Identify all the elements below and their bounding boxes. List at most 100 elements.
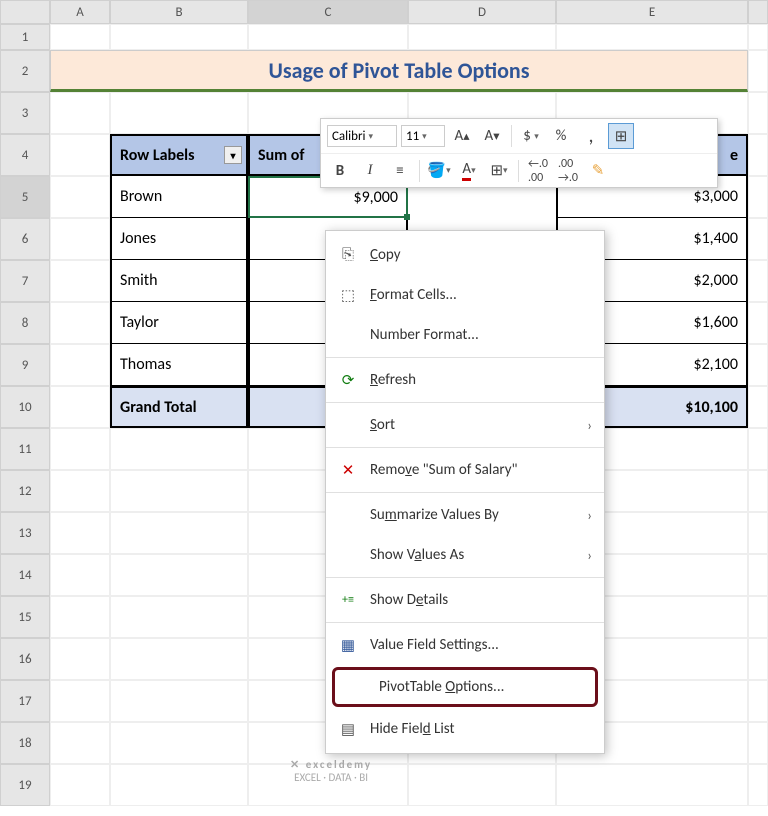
menu-hide-field-list[interactable]: ▤ Hide Field List: [326, 709, 604, 749]
decrease-font-icon[interactable]: A▾: [479, 123, 505, 149]
cell[interactable]: [50, 134, 110, 176]
cell[interactable]: [748, 344, 768, 386]
cell[interactable]: [748, 680, 768, 722]
cell[interactable]: [50, 764, 110, 806]
cell[interactable]: [50, 512, 110, 554]
row-header-12[interactable]: 12: [0, 470, 50, 512]
row-header-6[interactable]: 6: [0, 218, 50, 260]
pivot-cell[interactable]: Jones: [110, 218, 248, 260]
decrease-decimal-icon[interactable]: .00→.0: [555, 158, 581, 184]
menu-format-cells[interactable]: ⬚ Format Cells...: [326, 275, 604, 315]
pivot-total-label[interactable]: Grand Total: [110, 386, 248, 428]
size-selector[interactable]: 11 ▾: [401, 125, 445, 147]
menu-value-field-settings[interactable]: ▦ Value Field Settings...: [326, 625, 604, 665]
select-all-corner[interactable]: [0, 0, 50, 24]
cell[interactable]: [50, 470, 110, 512]
cell[interactable]: [748, 24, 768, 50]
pivot-cell[interactable]: Taylor: [110, 302, 248, 344]
cell[interactable]: [110, 428, 248, 470]
row-header-9[interactable]: 9: [0, 344, 50, 386]
font-selector[interactable]: Calibri ▾: [327, 125, 397, 147]
cell[interactable]: [110, 512, 248, 554]
cell[interactable]: [50, 638, 110, 680]
cell[interactable]: [50, 260, 110, 302]
italic-icon[interactable]: I: [357, 158, 383, 184]
col-header-e[interactable]: E: [556, 0, 748, 24]
row-header-1[interactable]: 1: [0, 24, 50, 50]
font-color-icon[interactable]: A▾: [456, 158, 482, 184]
cell[interactable]: [748, 386, 768, 428]
cell[interactable]: [748, 722, 768, 764]
col-header-a[interactable]: A: [50, 0, 110, 24]
cell[interactable]: [50, 680, 110, 722]
row-header-17[interactable]: 17: [0, 680, 50, 722]
cell[interactable]: [110, 722, 248, 764]
cell[interactable]: [110, 554, 248, 596]
cell[interactable]: [748, 638, 768, 680]
pivot-header-row-labels[interactable]: Row Labels ▾: [110, 134, 248, 176]
cell[interactable]: [748, 470, 768, 512]
conditional-format-icon[interactable]: ⊞: [608, 123, 634, 149]
cell[interactable]: [50, 554, 110, 596]
row-header-18[interactable]: 18: [0, 722, 50, 764]
col-header-d[interactable]: D: [408, 0, 556, 24]
pivot-cell[interactable]: Brown: [110, 176, 248, 218]
cell[interactable]: [748, 512, 768, 554]
cell[interactable]: [748, 554, 768, 596]
col-header-c[interactable]: C: [248, 0, 408, 24]
cell[interactable]: [50, 344, 110, 386]
dropdown-icon[interactable]: ▾: [224, 146, 242, 164]
cell[interactable]: [110, 680, 248, 722]
cell[interactable]: [248, 24, 408, 50]
increase-decimal-icon[interactable]: ←.0.00: [525, 158, 551, 184]
percent-icon[interactable]: %: [548, 123, 574, 149]
menu-copy[interactable]: ⎘ Copy: [326, 235, 604, 275]
cell[interactable]: [748, 764, 768, 806]
col-header-f[interactable]: [748, 0, 768, 24]
menu-remove[interactable]: ✕ Remove "Sum of Salary": [326, 450, 604, 490]
row-header-5[interactable]: 5: [0, 176, 50, 218]
cell[interactable]: [748, 596, 768, 638]
row-header-15[interactable]: 15: [0, 596, 50, 638]
cell[interactable]: [110, 92, 248, 134]
menu-summarize[interactable]: Summarize Values By ›: [326, 495, 604, 535]
cell[interactable]: [748, 50, 768, 92]
menu-number-format[interactable]: Number Format...: [326, 315, 604, 355]
comma-icon[interactable]: ,: [578, 123, 604, 149]
cell[interactable]: [50, 176, 110, 218]
cell[interactable]: [50, 302, 110, 344]
row-header-3[interactable]: 3: [0, 92, 50, 134]
cell[interactable]: [50, 218, 110, 260]
cell[interactable]: [748, 218, 768, 260]
cell[interactable]: [748, 302, 768, 344]
cell[interactable]: [748, 92, 768, 134]
row-header-19[interactable]: 19: [0, 764, 50, 806]
cell[interactable]: [408, 764, 556, 806]
cell[interactable]: [110, 470, 248, 512]
menu-refresh[interactable]: ⟳ Refresh: [326, 360, 604, 400]
currency-icon[interactable]: $ ▾: [518, 123, 544, 149]
cell[interactable]: [50, 596, 110, 638]
col-header-b[interactable]: B: [110, 0, 248, 24]
row-header-8[interactable]: 8: [0, 302, 50, 344]
row-header-7[interactable]: 7: [0, 260, 50, 302]
row-header-10[interactable]: 10: [0, 386, 50, 428]
cell[interactable]: [408, 24, 556, 50]
bold-icon[interactable]: B: [327, 158, 353, 184]
cell[interactable]: [748, 176, 768, 218]
menu-show-details[interactable]: +≡ Show Details: [326, 580, 604, 620]
increase-font-icon[interactable]: A▴: [449, 123, 475, 149]
cell[interactable]: [556, 764, 748, 806]
cell[interactable]: [748, 260, 768, 302]
borders-icon[interactable]: ⊞▾: [486, 158, 512, 184]
cell[interactable]: [50, 92, 110, 134]
cell[interactable]: [110, 596, 248, 638]
cell[interactable]: [748, 428, 768, 470]
menu-sort[interactable]: Sort ›: [326, 405, 604, 445]
cell[interactable]: [110, 24, 248, 50]
cell[interactable]: [50, 24, 110, 50]
pivot-cell[interactable]: Thomas: [110, 344, 248, 386]
cell[interactable]: [50, 428, 110, 470]
row-header-13[interactable]: 13: [0, 512, 50, 554]
cell[interactable]: [556, 24, 748, 50]
